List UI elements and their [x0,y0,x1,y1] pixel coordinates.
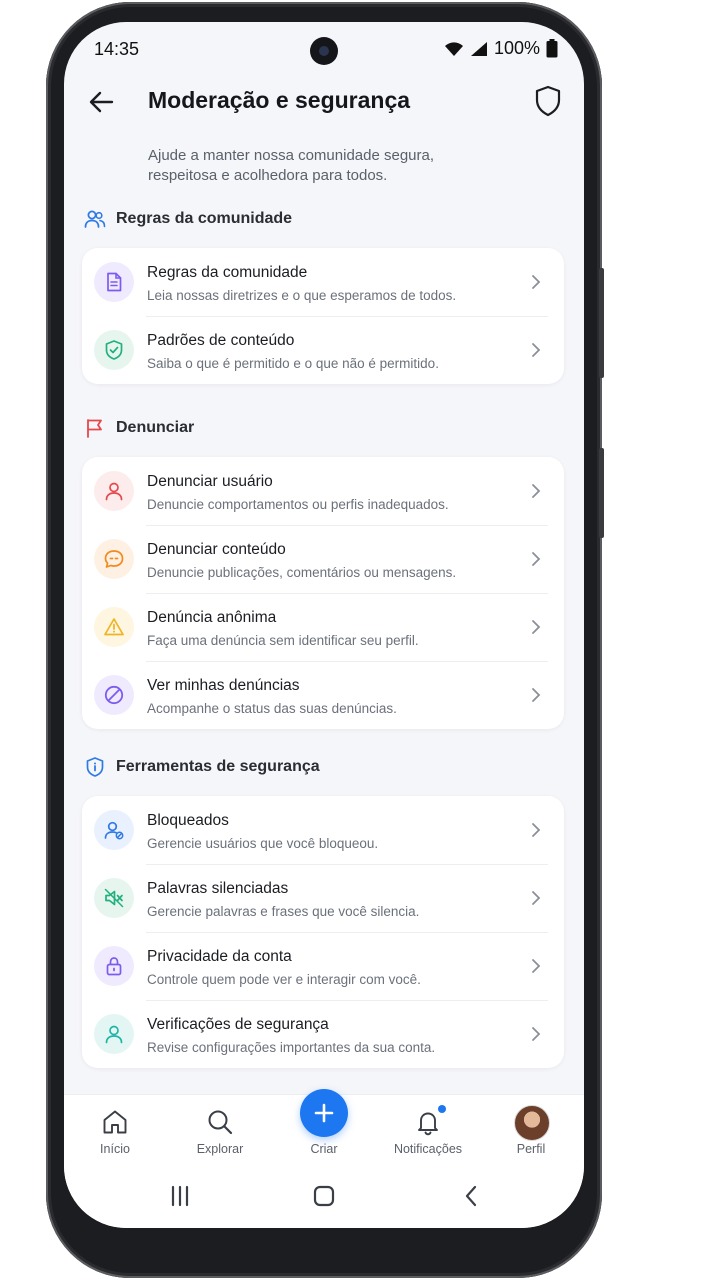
list-item-report-content[interactable]: Denunciar conteúdo Denuncie publicações,… [82,525,564,593]
chevron-right-icon [532,620,541,634]
page-description: Ajude a manter nossa comunidade segura, … [148,147,435,184]
section-title: Ferramentas de segurança [116,758,320,775]
nav-label: Notificações [393,1142,463,1156]
item-title: Palavras silenciadas [147,880,289,897]
create-button[interactable] [300,1089,348,1137]
item-title: Denunciar usuário [147,473,273,490]
section-header-safety-tools: Ferramentas de segurança [84,756,320,778]
item-title: Denunciar conteúdo [147,541,286,558]
item-title: Verificações de segurança [147,1016,329,1033]
status-bar: 14:35 100% [64,22,584,78]
app-header: Moderação e segurança [64,78,584,128]
item-title: Privacidade da conta [147,948,292,965]
item-subtitle: Gerencie usuários que você bloqueou. [147,836,379,851]
nav-notifications[interactable]: Notificações [383,1095,473,1165]
home-button-icon[interactable] [310,1184,338,1208]
item-subtitle: Saiba o que é permitido e o que não é pe… [147,356,439,371]
chevron-right-icon [532,959,541,973]
item-title: Regras da comunidade [147,264,308,281]
nav-label: Criar [310,1142,338,1156]
status-time: 14:35 [94,39,140,59]
nav-explore[interactable]: Explorar [175,1095,265,1165]
notification-badge [438,1105,446,1113]
search-icon [208,1110,233,1135]
chevron-right-icon [532,688,541,702]
item-subtitle: Leia nossas diretrizes e o que esperamos… [147,288,457,303]
list-item-muted-words[interactable]: Palavras silenciadas Gerencie palavras e… [82,864,564,932]
section-header-report: Denunciar [84,417,194,439]
battery-icon [546,39,558,58]
system-navigation-bar [64,1164,584,1228]
nav-label: Explorar [196,1142,244,1156]
plus-icon [314,1103,334,1123]
chat-bubble-icon [94,539,134,579]
section-header-community: Regras da comunidade [84,208,292,230]
item-subtitle: Controle quem pode ver e interagir com v… [147,972,421,987]
wifi-icon [444,41,463,56]
document-icon [94,262,134,302]
back-arrow-icon[interactable] [86,86,118,118]
card-report: Denunciar usuário Denuncie comportamento… [82,457,564,729]
home-icon [103,1110,127,1134]
flag-icon [87,419,102,438]
item-subtitle: Faça uma denúncia sem identificar seu pe… [147,633,419,648]
system-back-icon[interactable] [458,1184,486,1208]
nav-label: Perfil [516,1142,546,1156]
recent-apps-icon[interactable] [166,1184,194,1208]
list-item-community-rules[interactable]: Regras da comunidade Leia nossas diretri… [82,248,564,316]
shield-check-icon [94,330,134,370]
chevron-right-icon [532,891,541,905]
list-item-content-standards[interactable]: Padrões de conteúdo Saiba o que é permit… [82,316,564,384]
power-button [599,448,604,538]
mute-icon [94,878,134,918]
chevron-right-icon [532,275,541,289]
user-blocked-icon [94,810,134,850]
signal-icon [470,41,487,56]
list-item-my-reports[interactable]: Ver minhas denúncias Acompanhe o status … [82,661,564,729]
section-title: Regras da comunidade [116,210,293,227]
list-item-account-privacy[interactable]: Privacidade da conta Controle quem pode … [82,932,564,1000]
list-item-blocked[interactable]: Bloqueados Gerencie usuários que você bl… [82,796,564,864]
item-subtitle: Acompanhe o status das suas denúncias. [147,701,397,716]
card-community: Regras da comunidade Leia nossas diretri… [82,248,564,384]
chevron-right-icon [532,343,541,357]
chevron-right-icon [532,823,541,837]
block-icon [94,675,134,715]
list-item-security-checks[interactable]: Verificações de segurança Revise configu… [82,1000,564,1068]
item-subtitle: Denuncie publicações, comentários ou men… [147,565,457,580]
list-item-report-user[interactable]: Denunciar usuário Denuncie comportamento… [82,457,564,525]
battery-percent: 100% [493,38,540,58]
nav-home[interactable]: Início [70,1095,160,1165]
screen: 14:35 100% Moderação e segurança Ajude a… [64,22,584,1228]
section-title: Denunciar [116,419,195,436]
chevron-right-icon [532,1027,541,1041]
list-item-anonymous-report[interactable]: Denúncia anônima Faça uma denúncia sem i… [82,593,564,661]
bottom-navigation: Início Explorar Criar Notificações Perfi… [64,1089,584,1165]
chevron-right-icon [532,484,541,498]
item-subtitle: Denuncie comportamentos ou perfis inadeq… [147,497,449,512]
shield-icon[interactable] [532,84,564,118]
item-title: Bloqueados [147,812,229,829]
item-title: Ver minhas denúncias [147,677,300,694]
item-subtitle: Revise configurações importantes da sua … [147,1040,436,1055]
avatar[interactable] [514,1105,550,1141]
user-check-icon [94,1014,134,1054]
volume-button [599,268,604,378]
chevron-right-icon [532,552,541,566]
item-subtitle: Gerencie palavras e frases que você sile… [147,904,420,919]
lock-icon [94,946,134,986]
item-title: Denúncia anônima [147,609,277,626]
shield-info-icon [86,757,104,777]
front-camera [310,37,338,65]
nav-label: Início [100,1142,130,1156]
users-icon [84,210,106,228]
user-icon [94,471,134,511]
card-safety-tools: Bloqueados Gerencie usuários que você bl… [82,796,564,1068]
warning-icon [94,607,134,647]
page-title: Moderação e segurança [148,87,411,113]
item-title: Padrões de conteúdo [147,332,295,349]
